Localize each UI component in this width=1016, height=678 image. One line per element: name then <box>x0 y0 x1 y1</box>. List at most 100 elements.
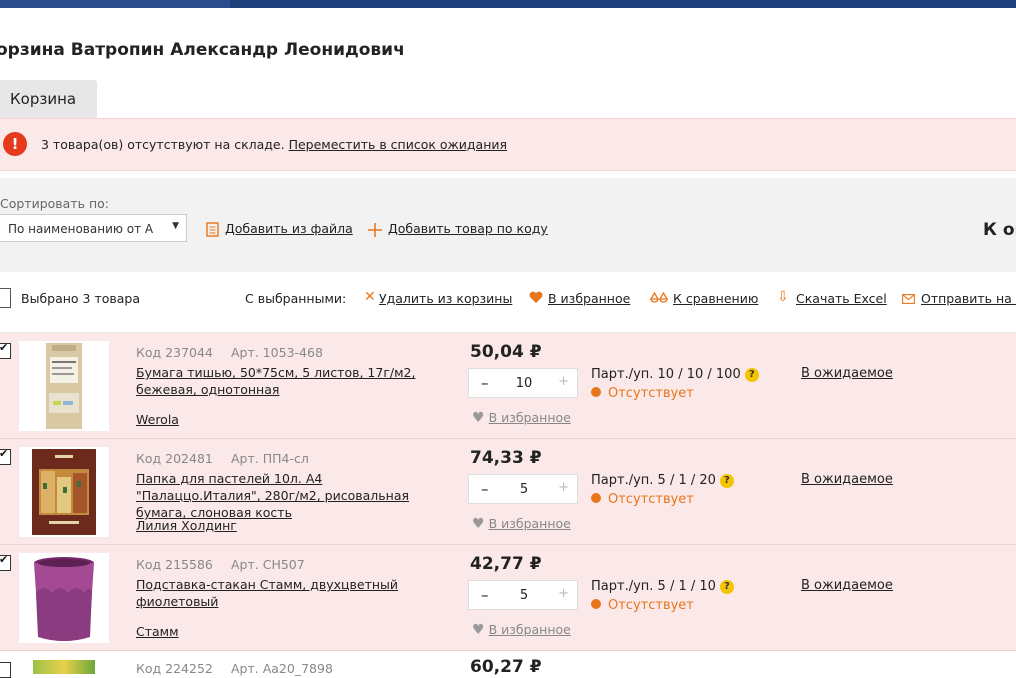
add-by-code-link[interactable]: Добавить товар по коду <box>388 221 548 236</box>
selected-count: Выбрано 3 товара <box>21 291 141 306</box>
add-to-favorites-link[interactable]: В избранное <box>489 622 571 637</box>
status-dot-icon <box>591 387 601 397</box>
cart-item-row: ✔ Код 237044 Арт. 1053-468 Бумага тишью,… <box>0 333 1016 439</box>
stock-status: Отсутствует <box>591 492 694 507</box>
sort-label: Сортировать по: <box>0 196 109 211</box>
move-to-waitlist-button[interactable]: В ожидаемое <box>801 578 893 593</box>
stock-alert: ! 3 товара(ов) отсутствуют на складе. Пе… <box>0 118 1016 171</box>
pack-text: Парт./уп. 5 / 1 / 20 <box>591 473 716 488</box>
question-icon[interactable]: ? <box>744 368 759 382</box>
page-title: орзина Ватропин Александр Леонидович <box>0 40 405 60</box>
pack-info: Парт./уп. 10 / 10 / 100? <box>591 367 759 382</box>
status-dot-icon <box>591 599 601 609</box>
item-brand-link[interactable]: Werola <box>136 412 179 427</box>
item-name-link[interactable]: Папка для пастелей 10л. А4 "Палаццо.Итал… <box>136 470 436 521</box>
scales-icon <box>649 291 669 307</box>
status-text: Отсутствует <box>608 386 694 401</box>
compare-link[interactable]: К сравнению <box>673 291 758 306</box>
item-code: Код 237044 <box>136 345 213 360</box>
item-brand-link[interactable]: Лилия Холдинг <box>136 518 237 533</box>
bulk-favorites-link[interactable]: В избранное <box>548 291 630 306</box>
alert-message: 3 товара(ов) отсутствуют на складе. Пере… <box>41 137 507 152</box>
select-all-checkbox[interactable] <box>0 288 11 308</box>
product-image[interactable] <box>19 447 109 537</box>
remove-from-cart-link[interactable]: Удалить из корзины <box>379 291 512 306</box>
item-brand-link[interactable]: Стамм <box>136 624 179 639</box>
item-code: Код 202481 <box>136 451 213 466</box>
stock-status: Отсутствует <box>591 386 694 401</box>
status-text: Отсутствует <box>608 492 694 507</box>
item-favorite: ♥ В избранное <box>472 516 571 532</box>
quantity-stepper: – 10 + <box>468 368 578 398</box>
file-icon <box>206 222 219 240</box>
increment-button[interactable]: + <box>558 480 569 495</box>
item-article: Арт. Аа20_7898 <box>231 661 333 676</box>
heart-icon: ♥ <box>472 622 485 638</box>
pack-info: Парт./уп. 5 / 1 / 20? <box>591 473 734 488</box>
add-to-favorites-link[interactable]: В избранное <box>489 516 571 531</box>
tab-cart[interactable]: Корзина <box>0 80 97 118</box>
move-to-waitlist-button[interactable]: В ожидаемое <box>801 366 893 381</box>
download-excel-link[interactable]: Скачать Excel <box>796 291 887 306</box>
add-from-file-link[interactable]: Добавить из файла <box>225 221 353 236</box>
top-nav-tab[interactable] <box>0 0 230 8</box>
status-text: Отсутствует <box>608 598 694 613</box>
add-to-favorites-link[interactable]: В избранное <box>489 410 571 425</box>
item-code: Код 215586 <box>136 557 213 572</box>
status-dot-icon <box>591 493 601 503</box>
item-article: Арт. CH507 <box>231 557 305 572</box>
item-checkbox[interactable]: ✔ <box>0 553 11 571</box>
increment-button[interactable]: + <box>558 586 569 601</box>
cross-icon: ✕ <box>364 289 376 305</box>
cart-toolbar: Сортировать по: По наименованию от А ▼ Д… <box>0 178 1016 272</box>
item-name-link[interactable]: Бумага тишью, 50*75см, 5 листов, 17г/м2,… <box>136 364 436 398</box>
item-favorite: ♥ В избранное <box>472 622 571 638</box>
item-checkbox[interactable]: ✔ <box>0 341 11 359</box>
envelope-icon <box>902 293 915 307</box>
increment-button[interactable]: + <box>558 374 569 389</box>
move-to-waitlist-link[interactable]: Переместить в список ожидания <box>289 137 507 152</box>
quantity-field[interactable]: 10 <box>509 376 539 391</box>
cart-item-row: Код 224252 Арт. Аа20_7898 60,27 ₽ <box>0 652 1016 678</box>
move-to-waitlist-button[interactable]: В ожидаемое <box>801 472 893 487</box>
sort-select[interactable]: По наименованию от А ▼ <box>0 214 187 242</box>
item-price: 50,04 ₽ <box>470 342 542 362</box>
pack-info: Парт./уп. 5 / 1 / 10? <box>591 579 734 594</box>
sort-select-value: По наименованию от А <box>8 222 154 236</box>
checkmark-icon: ✔ <box>0 553 9 566</box>
decrement-button[interactable]: – <box>481 480 489 498</box>
item-article: Арт. 1053-468 <box>231 345 323 360</box>
quantity-field[interactable]: 5 <box>509 482 539 497</box>
decrement-button[interactable]: – <box>481 374 489 392</box>
heart-icon: ♥ <box>472 516 485 532</box>
pack-text: Парт./уп. 5 / 1 / 10 <box>591 579 716 594</box>
heart-icon: ♥ <box>472 410 485 426</box>
item-name-link[interactable]: Подставка-стакан Стамм, двухцветный фиол… <box>136 576 436 610</box>
plus-icon <box>368 223 382 240</box>
question-icon[interactable]: ? <box>719 580 734 594</box>
product-image[interactable] <box>19 341 109 431</box>
alert-text: 3 товара(ов) отсутствуют на складе. <box>41 137 285 152</box>
checkmark-icon: ✔ <box>0 341 9 354</box>
cart-item-row: ✔ Код 202481 Арт. ПП4-сл Папка для пасте… <box>0 439 1016 545</box>
item-price: 74,33 ₽ <box>470 448 542 468</box>
question-icon[interactable]: ? <box>719 474 734 488</box>
checkout-button[interactable]: К оп <box>983 220 1016 240</box>
quantity-field[interactable]: 5 <box>509 588 539 603</box>
item-favorite: ♥ В избранное <box>472 410 571 426</box>
pack-text: Парт./уп. 10 / 10 / 100 <box>591 367 741 382</box>
item-checkbox[interactable]: ✔ <box>0 447 11 465</box>
item-code: Код 224252 <box>136 661 213 676</box>
item-article: Арт. ПП4-сл <box>231 451 309 466</box>
tab-cart-label: Корзина <box>10 90 77 108</box>
product-image[interactable] <box>19 553 109 643</box>
send-link[interactable]: Отправить на В <box>921 291 1016 306</box>
top-nav-bar <box>0 0 1016 8</box>
exclamation-icon: ! <box>3 132 27 156</box>
heart-icon <box>529 291 543 307</box>
stock-status: Отсутствует <box>591 598 694 613</box>
download-arrow-icon: ⇩ <box>777 289 789 305</box>
item-price: 60,27 ₽ <box>470 657 542 677</box>
decrement-button[interactable]: – <box>481 586 489 604</box>
item-checkbox[interactable] <box>0 662 11 678</box>
